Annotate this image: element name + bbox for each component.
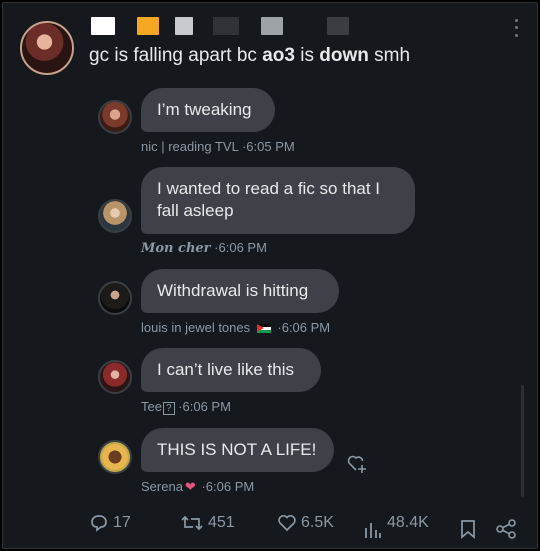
message-bubble: THIS IS NOT A LIFE! [141, 428, 334, 472]
message-bubble: I’m tweaking [141, 88, 275, 132]
redacted-name-block [91, 17, 115, 35]
avatar-louis [98, 281, 132, 315]
avatar-mon-cher [98, 199, 132, 233]
avatar-serena [98, 440, 132, 474]
repost-button[interactable]: 451 [180, 513, 235, 533]
like-button[interactable]: 6.5K [277, 513, 334, 533]
add-reaction-icon[interactable] [346, 452, 368, 474]
more-vertical-icon[interactable] [509, 17, 523, 39]
author-avatar[interactable] [20, 21, 74, 75]
bookmark-icon[interactable] [459, 519, 477, 539]
action-bar: 17 451 6.5K 48.4K [3, 513, 539, 543]
message-meta: Mon cher ·6:06 PM [141, 240, 267, 256]
sparkling-heart-icon: ❤ [184, 479, 196, 494]
message-meta: Tee? ·6:06 PM [141, 399, 231, 415]
views-button[interactable]: 48.4K [363, 506, 429, 540]
reply-button[interactable]: 17 [89, 513, 131, 533]
heart-icon [278, 514, 296, 532]
repost-icon [181, 515, 203, 531]
post-text: gc is falling apart bc ao3 is down smh [89, 45, 411, 66]
avatar-nic [98, 100, 132, 134]
comment-icon [91, 515, 107, 532]
redacted-name-block [327, 17, 349, 35]
redacted-name-block [261, 17, 283, 35]
message-meta: louis in jewel tones ·6:06 PM [141, 320, 331, 335]
message-bubble: Withdrawal is hitting [141, 269, 339, 313]
tweet-card: gc is falling apart bc ao3 is down smh I… [2, 2, 538, 549]
message-meta: Serena ❤ ·6:06 PM [141, 479, 255, 494]
analytics-icon [365, 523, 381, 538]
redacted-name-block [175, 17, 193, 35]
redacted-name-block [137, 17, 159, 35]
message-meta: nic | reading TVL ·6:05 PM [141, 139, 295, 154]
message-bubble: I wanted to read a fic so that I fall as… [141, 167, 415, 234]
avatar-tee [98, 360, 132, 394]
message-bubble: I can’t live like this [141, 348, 321, 392]
flag-emoji [256, 324, 271, 334]
unknown-glyph: ? [162, 402, 175, 415]
share-icon[interactable] [495, 519, 517, 539]
scrollbar[interactable] [521, 385, 524, 497]
redacted-name-block [213, 17, 239, 35]
